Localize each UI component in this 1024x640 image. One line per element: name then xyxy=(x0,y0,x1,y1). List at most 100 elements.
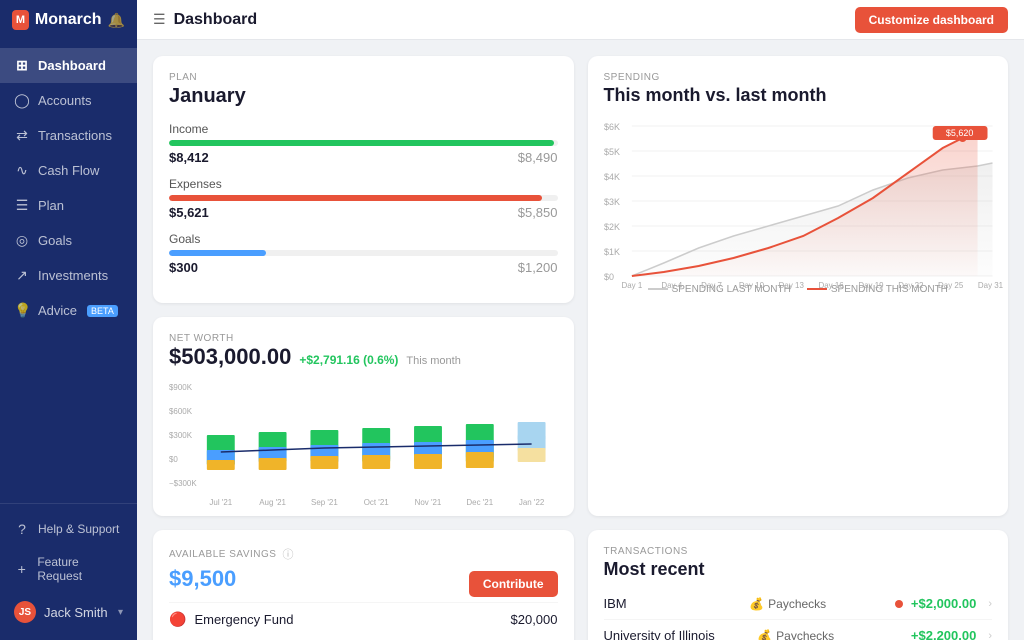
feature-icon: + xyxy=(14,561,29,577)
networth-header: $503,000.00 +$2,791.16 (0.6%) This month xyxy=(169,344,558,370)
expenses-fill xyxy=(169,195,542,201)
spending-chart: $6K $5K $4K $3K $2K $1K $0 xyxy=(604,118,993,278)
svg-text:Jan '22: Jan '22 xyxy=(519,498,545,507)
income-progress-bar xyxy=(169,140,558,146)
savings-header: AVAILABLE SAVINGS ⓘ xyxy=(169,546,558,562)
svg-text:Day 16: Day 16 xyxy=(818,281,844,290)
savings-amount-row: $9,500 Contribute xyxy=(169,566,558,602)
savings-fund-amount: $20,000 xyxy=(511,612,558,627)
goals-icon: ◎ xyxy=(14,232,30,249)
svg-text:$5K: $5K xyxy=(604,147,620,157)
info-icon[interactable]: ⓘ xyxy=(282,546,293,562)
hamburger-icon[interactable]: ☰ xyxy=(153,11,166,28)
svg-text:$300K: $300K xyxy=(169,431,193,440)
plan-month: January xyxy=(169,85,558,108)
income-amounts: $8,412 $8,490 xyxy=(169,150,558,165)
svg-text:Day 31: Day 31 xyxy=(977,281,1003,290)
logo-area: M Monarch 🔔 xyxy=(0,0,137,40)
svg-text:Oct '21: Oct '21 xyxy=(364,498,390,507)
goals-actual: $300 xyxy=(169,260,198,275)
logo-icon: M xyxy=(12,10,29,30)
svg-text:Jul '21: Jul '21 xyxy=(209,498,232,507)
customize-dashboard-button[interactable]: Customize dashboard xyxy=(855,7,1008,33)
sidebar-bottom: ? Help & Support + Feature Request JS Ja… xyxy=(0,503,137,640)
plan-card: PLAN January Income $8,412 $8,490 Expens… xyxy=(153,56,574,303)
txn-amount-ibm: +$2,000.00 xyxy=(911,596,976,611)
user-profile-item[interactable]: JS Jack Smith ▾ xyxy=(0,592,137,632)
income-actual: $8,412 xyxy=(169,150,209,165)
goals-progress-bar xyxy=(169,250,558,256)
svg-text:$1K: $1K xyxy=(604,247,620,257)
user-name: Jack Smith xyxy=(44,605,110,620)
txn-amount-uofi: +$2,200.00 xyxy=(911,628,976,640)
income-fill xyxy=(169,140,554,146)
svg-text:Aug '21: Aug '21 xyxy=(259,498,286,507)
sidebar: M Monarch 🔔 ⊞ Dashboard ◯ Accounts ⇄ Tra… xyxy=(0,0,137,640)
sidebar-item-transactions[interactable]: ⇄ Transactions xyxy=(0,118,137,153)
nav-section: ⊞ Dashboard ◯ Accounts ⇄ Transactions ∿ … xyxy=(0,40,137,503)
spending-card: SPENDING This month vs. last month $6K $… xyxy=(588,56,1009,516)
goals-row: Goals $300 $1,200 xyxy=(169,232,558,275)
svg-text:$600K: $600K xyxy=(169,407,193,416)
main-area: ☰ Dashboard Customize dashboard PLAN Jan… xyxy=(137,0,1024,640)
txn-name-ibm: IBM xyxy=(604,596,742,611)
networth-card: NET WORTH $503,000.00 +$2,791.16 (0.6%) … xyxy=(153,317,574,516)
svg-text:Day 10: Day 10 xyxy=(738,281,764,290)
transactions-title: Most recent xyxy=(604,559,993,580)
notification-bell-icon[interactable]: 🔔 xyxy=(108,12,125,29)
svg-text:Day 25: Day 25 xyxy=(938,281,964,290)
goals-amounts: $300 $1,200 xyxy=(169,260,558,275)
svg-text:$2K: $2K xyxy=(604,222,620,232)
sidebar-item-plan[interactable]: ☰ Plan xyxy=(0,188,137,223)
sidebar-item-feature[interactable]: + Feature Request xyxy=(0,546,137,592)
expenses-progress-bar xyxy=(169,195,558,201)
sidebar-item-investments[interactable]: ↗ Investments xyxy=(0,258,137,293)
dashboard-icon: ⊞ xyxy=(14,57,30,74)
income-target: $8,490 xyxy=(518,150,558,165)
txn-dot xyxy=(895,600,903,608)
table-row: IBM 💰 Paychecks +$2,000.00 › xyxy=(604,588,993,620)
sidebar-item-advice[interactable]: 💡 Advice BETA xyxy=(0,293,137,328)
chevron-right-icon[interactable]: › xyxy=(988,598,992,610)
spending-label: SPENDING xyxy=(604,72,993,83)
svg-text:Sep '21: Sep '21 xyxy=(311,498,338,507)
savings-fund-name: Emergency Fund xyxy=(194,612,293,627)
sidebar-item-dashboard[interactable]: ⊞ Dashboard xyxy=(0,48,137,83)
svg-text:Nov '21: Nov '21 xyxy=(415,498,442,507)
networth-amount: $503,000.00 xyxy=(169,344,291,370)
chevron-right-icon[interactable]: › xyxy=(988,630,992,640)
networth-period: This month xyxy=(406,355,460,367)
investments-icon: ↗ xyxy=(14,267,30,284)
page-title: Dashboard xyxy=(174,11,258,29)
savings-row-left: 🔴 Emergency Fund xyxy=(169,611,293,628)
expenses-amounts: $5,621 $5,850 xyxy=(169,205,558,220)
goals-label: Goals xyxy=(169,232,558,246)
bar-jul-yellow xyxy=(207,460,235,470)
spending-title: This month vs. last month xyxy=(604,85,993,106)
svg-text:$5,620: $5,620 xyxy=(945,128,972,138)
sidebar-item-cashflow[interactable]: ∿ Cash Flow xyxy=(0,153,137,188)
sidebar-item-goals[interactable]: ◎ Goals xyxy=(0,223,137,258)
expenses-target: $5,850 xyxy=(518,205,558,220)
plan-icon: ☰ xyxy=(14,197,30,214)
networth-label: NET WORTH xyxy=(169,333,558,344)
svg-text:−$300K: −$300K xyxy=(169,479,197,488)
expenses-row: Expenses $5,621 $5,850 xyxy=(169,177,558,220)
networth-change: +$2,791.16 (0.6%) xyxy=(299,353,398,367)
svg-text:Day 1: Day 1 xyxy=(621,281,642,290)
table-row: University of Illinois 💰 Paychecks +$2,2… xyxy=(604,620,993,640)
savings-card: AVAILABLE SAVINGS ⓘ $9,500 Contribute 🔴 … xyxy=(153,530,574,640)
topbar: ☰ Dashboard Customize dashboard xyxy=(137,0,1024,40)
sidebar-item-accounts[interactable]: ◯ Accounts xyxy=(0,83,137,118)
transactions-label: TRANSACTIONS xyxy=(604,546,993,557)
txn-category-ibm: 💰 Paychecks xyxy=(749,597,887,611)
contribute-button[interactable]: Contribute xyxy=(469,571,558,597)
svg-text:Day 4: Day 4 xyxy=(661,281,682,290)
avatar: JS xyxy=(14,601,36,623)
sidebar-item-help[interactable]: ? Help & Support xyxy=(0,512,137,546)
income-row: Income $8,412 $8,490 xyxy=(169,122,558,165)
expenses-label: Expenses xyxy=(169,177,558,191)
plan-label: PLAN xyxy=(169,72,558,83)
transactions-card: TRANSACTIONS Most recent IBM 💰 Paychecks… xyxy=(588,530,1009,640)
svg-text:Day 7: Day 7 xyxy=(701,281,722,290)
